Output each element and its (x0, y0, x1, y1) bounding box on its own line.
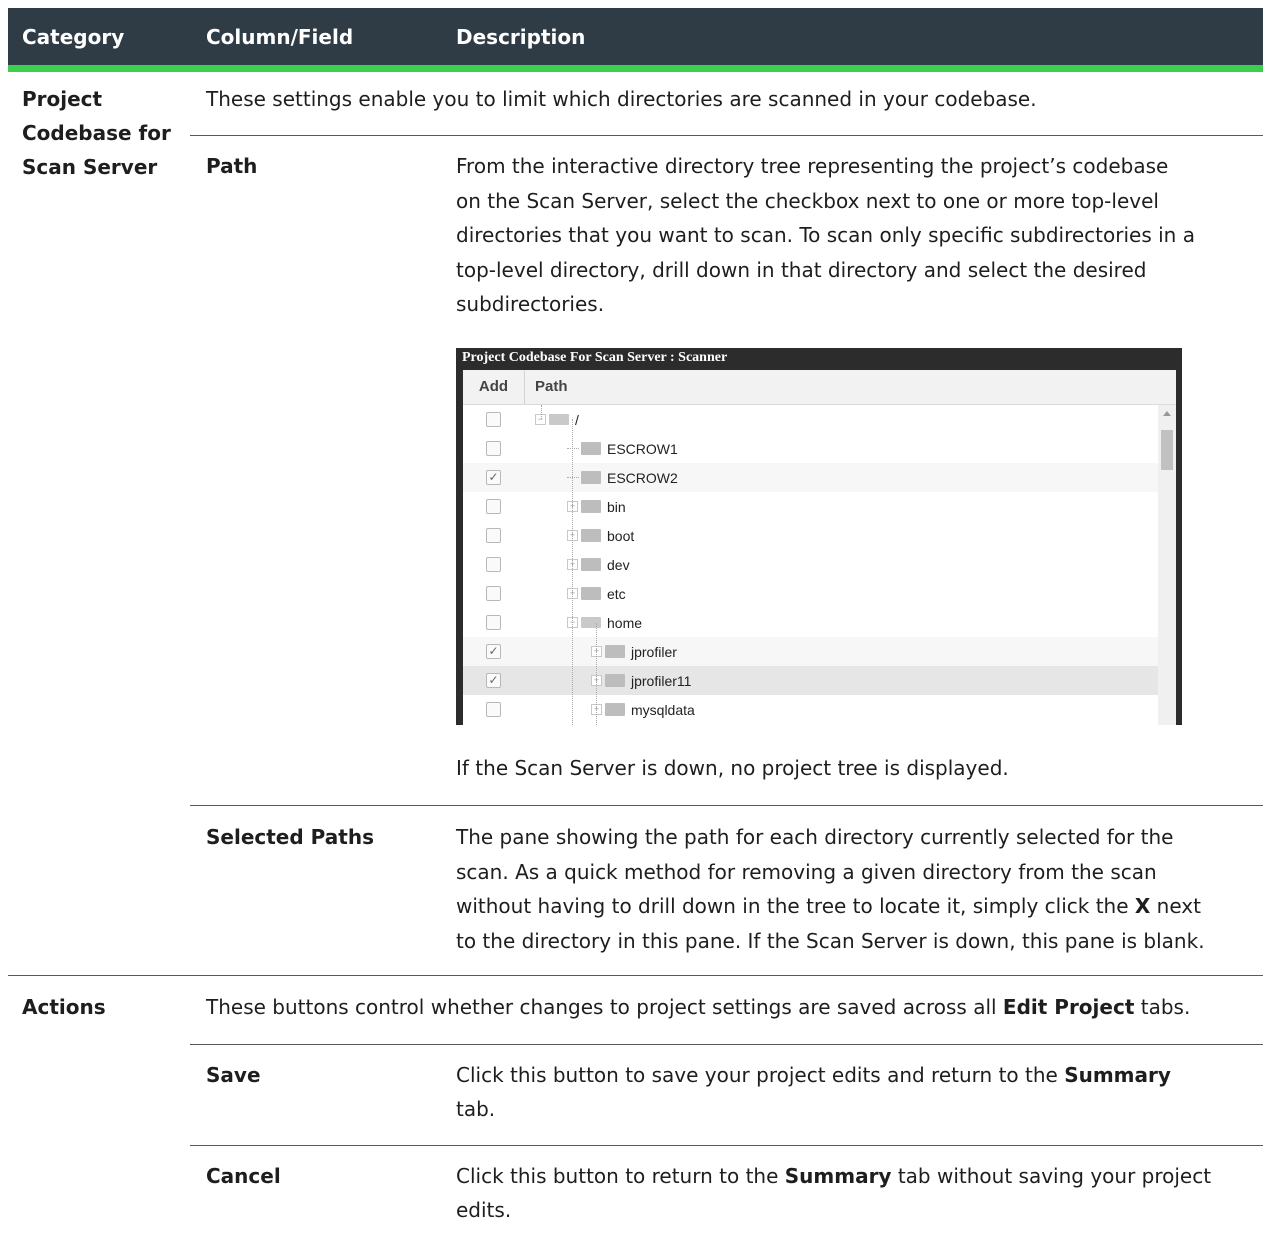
tree-node-label[interactable]: ESCROW2 (607, 470, 678, 486)
table-header (8, 8, 1263, 65)
selected-desc-line2: scan. As a quick method for removing a g… (456, 860, 1157, 884)
selected-desc-line1: The pane showing the path for each direc… (456, 825, 1174, 849)
category-project-codebase-line2: Codebase for (22, 121, 171, 145)
path-desc-line5: subdirectories. (456, 292, 605, 316)
folder-icon (581, 471, 601, 484)
add-checkbox-checked[interactable]: ✓ (486, 644, 501, 659)
tree-row: ✓ + jprofiler (463, 637, 1158, 666)
row-divider (190, 135, 1263, 136)
folder-icon (605, 645, 625, 658)
section-intro: These settings enable you to limit which… (206, 87, 1037, 111)
category-actions: Actions (22, 995, 106, 1019)
tree-scrollbar[interactable] (1158, 405, 1176, 725)
scroll-thumb[interactable] (1161, 430, 1173, 470)
field-cancel: Cancel (206, 1164, 281, 1188)
add-checkbox[interactable] (486, 441, 501, 456)
field-selected-paths: Selected Paths (206, 825, 374, 849)
add-checkbox-checked[interactable]: ✓ (486, 470, 501, 485)
tree-node-label[interactable]: / (575, 412, 579, 428)
folder-icon (581, 500, 601, 513)
tree-column-header: Add Path (463, 370, 1176, 405)
folder-icon (581, 529, 601, 542)
tree-row: − home (463, 608, 1158, 637)
tree-node-label[interactable]: mysqldata (631, 702, 695, 718)
tree-node-label[interactable]: bin (607, 499, 626, 515)
tree-row: ESCROW1 (463, 434, 1158, 463)
tree-row: − / (463, 405, 1158, 434)
tree-node-label[interactable]: dev (607, 557, 630, 573)
add-checkbox-checked[interactable]: ✓ (486, 673, 501, 688)
tree-row: + boot (463, 521, 1158, 550)
header-column-field: Column/Field (206, 25, 354, 49)
category-project-codebase-line3: Scan Server (22, 155, 158, 179)
field-save: Save (206, 1063, 261, 1087)
header-category: Category (22, 25, 125, 49)
actions-intro: These buttons control whether changes to… (206, 995, 1191, 1019)
save-desc-line1: Click this button to save your project e… (456, 1063, 1171, 1087)
folder-icon (581, 442, 601, 455)
tree-node-label[interactable]: ESCROW1 (607, 441, 678, 457)
add-checkbox[interactable] (486, 702, 501, 717)
save-desc-line2: tab. (456, 1097, 496, 1121)
cancel-desc-line1: Click this button to return to the Summa… (456, 1164, 1212, 1188)
tree-node-label[interactable]: jprofiler (631, 644, 677, 660)
tree-row: + bin (463, 492, 1158, 521)
add-checkbox[interactable] (486, 557, 501, 572)
tree-node-label[interactable]: jprofiler11 (631, 673, 691, 689)
tree-panel-title: Project Codebase For Scan Server : Scann… (462, 350, 728, 365)
folder-icon (581, 587, 601, 600)
path-desc-line3: directories that you want to scan. To sc… (456, 223, 1195, 247)
project-codebase-tree-panel: Project Codebase For Scan Server : Scann… (456, 348, 1182, 725)
tree-row: + mysqldata (463, 695, 1158, 724)
field-path: Path (206, 154, 258, 178)
tree-node-label[interactable]: etc (607, 586, 626, 602)
selected-desc-line3: without having to drill down in the tree… (456, 894, 1201, 918)
column-add: Add (463, 370, 525, 404)
selected-desc-line4: to the directory in this pane. If the Sc… (456, 929, 1205, 953)
scroll-up-icon[interactable] (1163, 411, 1171, 416)
folder-open-icon (549, 414, 569, 425)
column-path: Path (535, 378, 568, 395)
folder-icon (581, 558, 601, 571)
section-divider (8, 975, 1263, 976)
row-divider (190, 805, 1263, 806)
add-checkbox[interactable] (486, 412, 501, 427)
row-divider (190, 1044, 1263, 1045)
row-divider (190, 1145, 1263, 1146)
add-checkbox[interactable] (486, 499, 501, 514)
tree-node-label[interactable]: home (607, 615, 642, 631)
path-desc-line1: From the interactive directory tree repr… (456, 154, 1169, 178)
folder-icon (605, 674, 625, 687)
folder-open-icon (581, 617, 601, 628)
header-description: Description (456, 25, 586, 49)
add-checkbox[interactable] (486, 615, 501, 630)
tree-row-selected: ✓ + jprofiler11 (463, 666, 1158, 695)
add-checkbox[interactable] (486, 528, 501, 543)
category-project-codebase-line1: Project (22, 87, 103, 111)
path-desc-line4: top-level directory, drill down in that … (456, 258, 1147, 282)
tree-row: + dev (463, 550, 1158, 579)
header-accent-bar (8, 65, 1263, 72)
folder-icon (605, 703, 625, 716)
path-desc-line2: on the Scan Server, select the checkbox … (456, 189, 1159, 213)
tree-row: ✓ ESCROW2 (463, 463, 1158, 492)
tree-row: + etc (463, 579, 1158, 608)
tree-note: If the Scan Server is down, no project t… (456, 756, 1009, 780)
tree-body: Add Path − / ESCROW1 ✓ ESCROW2 + bin + b… (463, 370, 1176, 725)
tree-node-label[interactable]: boot (607, 528, 634, 544)
cancel-desc-line2: edits. (456, 1198, 512, 1222)
add-checkbox[interactable] (486, 586, 501, 601)
tree-rows: − / ESCROW1 ✓ ESCROW2 + bin + boot + dev… (463, 405, 1158, 725)
